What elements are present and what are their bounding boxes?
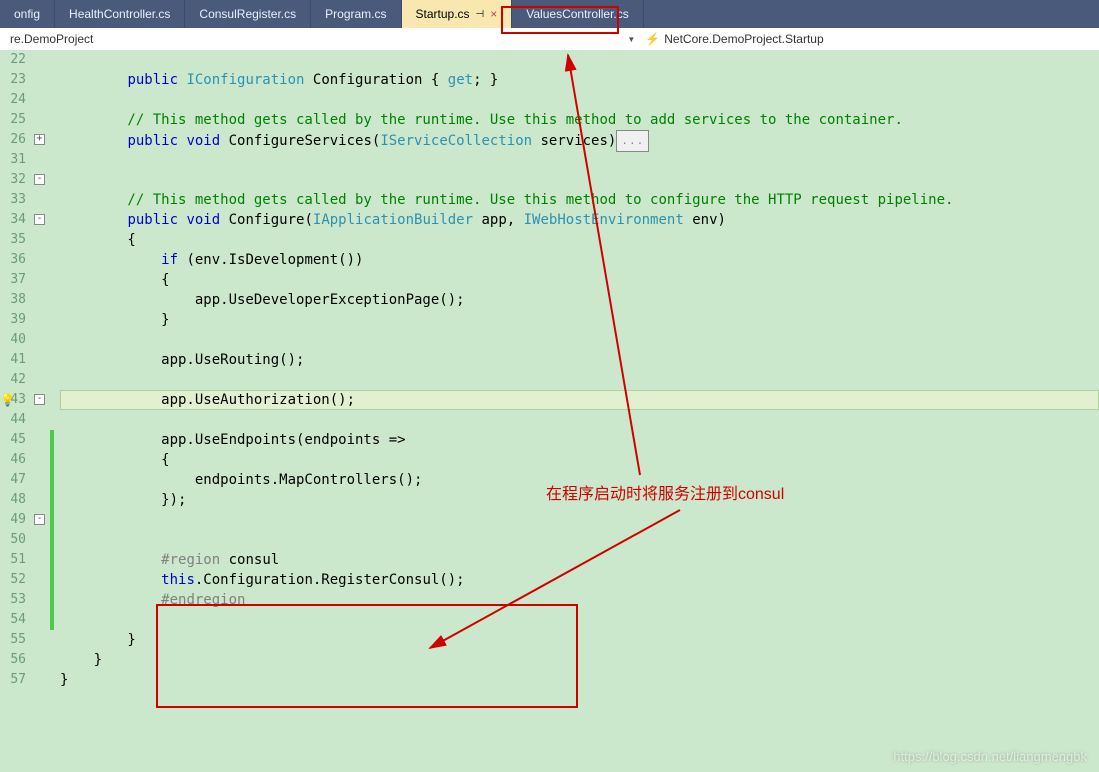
code-line[interactable]: // This method gets called by the runtim… — [60, 190, 1099, 210]
line-number: 54 — [0, 610, 26, 630]
line-number: 56 — [0, 650, 26, 670]
line-number: 45 — [0, 430, 26, 450]
tab-consulregister-cs[interactable]: ConsulRegister.cs — [185, 0, 311, 28]
tab-valuescontroller-cs[interactable]: ValuesController.cs — [512, 0, 644, 28]
tab-label: ConsulRegister.cs — [199, 7, 296, 21]
code-line[interactable] — [60, 410, 1099, 430]
code-line[interactable] — [60, 150, 1099, 170]
breadcrumb-left-text: re.DemoProject — [10, 32, 93, 46]
pin-icon[interactable]: ⊣ — [476, 9, 485, 20]
tab-label: ValuesController.cs — [526, 7, 629, 21]
fold-toggle[interactable]: - — [34, 214, 45, 225]
line-number: 24 — [0, 90, 26, 110]
annotation-text: 在程序启动时将服务注册到consul — [546, 480, 784, 504]
line-number: 36 — [0, 250, 26, 270]
line-number: 40 — [0, 330, 26, 350]
code-line[interactable] — [60, 50, 1099, 70]
line-number: 26 — [0, 130, 26, 150]
line-number: 31 — [0, 150, 26, 170]
line-number: 35 — [0, 230, 26, 250]
line-number: 57 — [0, 670, 26, 690]
line-number: 32 — [0, 170, 26, 190]
code-line[interactable]: public IConfiguration Configuration { ge… — [60, 70, 1099, 90]
collapsed-region[interactable]: ... — [616, 130, 649, 152]
code-line[interactable] — [60, 170, 1099, 190]
code-line[interactable]: } — [60, 650, 1099, 670]
code-line[interactable]: { — [60, 270, 1099, 290]
class-icon: ⚡ — [645, 32, 660, 46]
tab-startup-cs[interactable]: Startup.cs ⊣ × — [402, 0, 513, 28]
code-line[interactable]: public void Configure(IApplicationBuilde… — [60, 210, 1099, 230]
tab-onfig[interactable]: onfig — [0, 0, 55, 28]
code-line[interactable]: } — [60, 670, 1099, 690]
tab-label: onfig — [14, 7, 40, 21]
code-line[interactable]: app.UseEndpoints(endpoints => — [60, 430, 1099, 450]
code-editor[interactable]: public IConfiguration Configuration { ge… — [56, 50, 1099, 772]
change-indicator — [50, 430, 54, 630]
tab-label: Program.cs — [325, 7, 386, 21]
line-number: 53 — [0, 590, 26, 610]
line-number: 41 — [0, 350, 26, 370]
line-number: 46 — [0, 450, 26, 470]
breadcrumb-dropdown-icon[interactable]: ▼ — [627, 35, 635, 44]
code-line[interactable]: #endregion — [60, 590, 1099, 610]
tab-bar: onfig HealthController.cs ConsulRegister.c… — [0, 0, 1099, 28]
code-line[interactable]: #region consul — [60, 550, 1099, 570]
line-number: 25 — [0, 110, 26, 130]
breadcrumb-left[interactable]: re.DemoProject — [0, 30, 103, 48]
tab-healthcontroller-cs[interactable]: HealthController.cs — [55, 0, 185, 28]
code-line[interactable] — [60, 530, 1099, 550]
line-number: 47 — [0, 470, 26, 490]
code-line[interactable]: } — [60, 310, 1099, 330]
code-line[interactable]: app.UseRouting(); — [60, 350, 1099, 370]
line-number: 39 — [0, 310, 26, 330]
line-number: 42 — [0, 370, 26, 390]
code-line[interactable]: // This method gets called by the runtim… — [60, 110, 1099, 130]
line-number: 22 — [0, 50, 26, 70]
code-line[interactable] — [60, 370, 1099, 390]
fold-toggle[interactable]: + — [34, 134, 45, 145]
code-line[interactable]: 💡 app.UseAuthorization(); — [60, 390, 1099, 410]
line-number: 48 — [0, 490, 26, 510]
line-number: 33 — [0, 190, 26, 210]
line-number: 37 — [0, 270, 26, 290]
code-line[interactable] — [60, 610, 1099, 630]
code-line[interactable]: app.UseDeveloperExceptionPage(); — [60, 290, 1099, 310]
fold-toggle[interactable]: - — [34, 514, 45, 525]
line-number: 52 — [0, 570, 26, 590]
line-number-gutter: 2223242526313233343536373839404142434445… — [0, 50, 30, 772]
watermark: https://blog.csdn.net/liangmengbk — [893, 749, 1087, 764]
breadcrumb-right[interactable]: ⚡ NetCore.DemoProject.Startup — [635, 30, 833, 48]
breadcrumb-right-text: NetCore.DemoProject.Startup — [664, 32, 823, 46]
line-number: 55 — [0, 630, 26, 650]
line-number: 44 — [0, 410, 26, 430]
tab-program-cs[interactable]: Program.cs — [311, 0, 401, 28]
close-icon[interactable]: × — [490, 7, 497, 21]
code-line[interactable]: this.Configuration.RegisterConsul(); — [60, 570, 1099, 590]
code-line[interactable]: } — [60, 630, 1099, 650]
code-line[interactable] — [60, 510, 1099, 530]
code-line[interactable]: { — [60, 450, 1099, 470]
line-number: 51 — [0, 550, 26, 570]
fold-toggle[interactable]: - — [34, 174, 45, 185]
tab-label: Startup.cs — [416, 7, 470, 21]
code-line[interactable]: if (env.IsDevelopment()) — [60, 250, 1099, 270]
line-number: 23 — [0, 70, 26, 90]
lightbulb-icon[interactable]: 💡 — [0, 390, 14, 404]
breadcrumb-bar: re.DemoProject ▼ ⚡ NetCore.DemoProject.S… — [0, 28, 1099, 50]
line-number: 49 — [0, 510, 26, 530]
code-line[interactable] — [60, 330, 1099, 350]
line-number: 38 — [0, 290, 26, 310]
tab-label: HealthController.cs — [69, 7, 170, 21]
code-line[interactable]: { — [60, 230, 1099, 250]
code-line[interactable]: public void ConfigureServices(IServiceCo… — [60, 130, 1099, 150]
line-number: 50 — [0, 530, 26, 550]
editor-area: 2223242526313233343536373839404142434445… — [0, 50, 1099, 772]
code-line[interactable] — [60, 90, 1099, 110]
fold-gutter: + - - - - — [30, 50, 50, 772]
fold-toggle[interactable]: - — [34, 394, 45, 405]
line-number: 34 — [0, 210, 26, 230]
